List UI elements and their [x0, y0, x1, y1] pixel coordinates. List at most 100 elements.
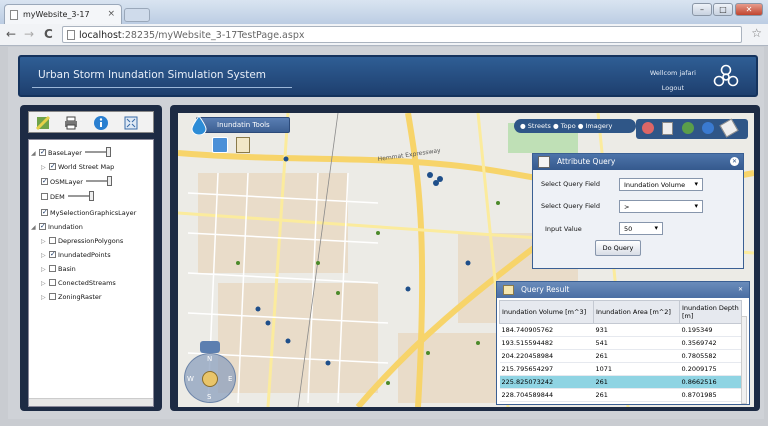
operator-select[interactable]: >	[619, 200, 703, 213]
layer-checkbox[interactable]	[41, 176, 48, 187]
app-content: Urban Storm Inundation Simulation System…	[8, 47, 764, 419]
layer-checkbox[interactable]	[49, 237, 56, 244]
basemap-imagery-radio[interactable]: ● Imagery	[578, 122, 613, 130]
input-value-field[interactable]: 50	[619, 222, 663, 235]
compass-south[interactable]: S	[207, 393, 211, 401]
opacity-slider[interactable]	[67, 191, 94, 201]
print-icon[interactable]	[63, 115, 79, 131]
table-header-row: Inundation Volume [m^3] Inundation Area …	[499, 300, 742, 324]
new-tab-button[interactable]	[124, 8, 150, 22]
legend-icon[interactable]	[662, 122, 673, 135]
opacity-slider[interactable]	[85, 176, 112, 186]
logout-link[interactable]: Logout	[662, 84, 684, 92]
layer-node-zoningraster[interactable]: ▷ ZoningRaster	[41, 292, 102, 303]
measure-tool-icon[interactable]	[719, 118, 739, 138]
result-vertical-scrollbar[interactable]	[741, 316, 747, 404]
full-extent-icon[interactable]	[123, 115, 139, 131]
layer-checkbox[interactable]	[49, 161, 56, 172]
basemap-streets-radio[interactable]: ● Streets	[520, 122, 551, 130]
table-row[interactable]: 215.795654297 1071 0.2009175	[499, 362, 742, 376]
map-canvas[interactable]: Hemmat Expressway Inundatin Tools ● Stre…	[178, 113, 754, 407]
basemap-switcher: ● Streets ● Topo ● Imagery	[514, 119, 636, 133]
layer-checkbox[interactable]	[49, 265, 56, 272]
layer-checkbox[interactable]	[49, 279, 56, 286]
browser-tab-bar: myWebsite_3-17 × – □ ✕	[0, 0, 768, 24]
close-icon[interactable]: ✕	[736, 285, 745, 294]
minimize-button[interactable]: –	[692, 3, 712, 16]
tree-horizontal-scrollbar[interactable]	[29, 398, 153, 406]
table-cell: 215.795654297	[499, 362, 594, 376]
layer-checkbox[interactable]	[41, 207, 48, 218]
layer-node-osmlayer[interactable]: OSMLayer	[41, 176, 112, 188]
table-row[interactable]: 193.515594482 541 0.3569742	[499, 336, 742, 350]
basemap-streets-label: Streets	[527, 122, 551, 130]
query-field-select[interactable]: Inundation Volume	[619, 178, 703, 191]
compass-north[interactable]: N	[207, 355, 212, 363]
layer-checkbox[interactable]	[41, 193, 48, 200]
layer-sidebar: ◢BaseLayer ▷World Street Map OSMLayer DE…	[20, 105, 162, 411]
column-header[interactable]: Inundation Area [m^2]	[593, 300, 680, 324]
basemap-topo-radio[interactable]: ● Topo	[553, 122, 576, 130]
do-query-button[interactable]: Do Query	[595, 240, 641, 256]
maximize-button[interactable]: □	[713, 3, 733, 16]
back-icon[interactable]: ←	[6, 27, 16, 41]
page-icon	[67, 30, 75, 40]
reload-icon[interactable]: C	[44, 27, 53, 41]
table-row-selected[interactable]: 225.825073242 261 0.8662516	[499, 375, 742, 389]
column-header[interactable]: Inundation Depth [m]	[679, 300, 742, 324]
bookmark-star-icon[interactable]: ☆	[751, 26, 762, 40]
url-path: :28235/myWebsite_3-17TestPage.aspx	[121, 30, 305, 41]
basemap-topo-label: Topo	[560, 122, 576, 130]
layer-label: Basin	[58, 265, 76, 273]
browser-tab[interactable]: myWebsite_3-17 ×	[4, 4, 122, 24]
layer-node-world-street-map[interactable]: ▷World Street Map	[41, 161, 115, 173]
layer-label: World Street Map	[58, 163, 115, 171]
table-cell: 0.3569742	[679, 336, 742, 350]
layer-node-dem[interactable]: DEM	[41, 191, 94, 203]
report-tool-icon[interactable]	[236, 137, 250, 153]
table-row[interactable]: 228.704589844 261 0.8701985	[499, 388, 742, 402]
pan-tool-icon[interactable]	[642, 122, 654, 134]
map-frame: Hemmat Expressway Inundatin Tools ● Stre…	[170, 105, 760, 411]
attribute-query-panel: Attribute Query ✕ Select Query Field Inu…	[532, 153, 744, 269]
pan-center-icon[interactable]	[202, 371, 218, 387]
zoom-control[interactable]	[200, 341, 220, 353]
table-icon	[538, 156, 550, 168]
globe-icon[interactable]	[682, 122, 694, 134]
url-field[interactable]: localhost:28235/myWebsite_3-17TestPage.a…	[62, 26, 742, 43]
opacity-slider[interactable]	[84, 147, 111, 157]
forward-icon[interactable]: →	[24, 27, 34, 41]
query-result-title: Query Result	[497, 282, 749, 298]
info-icon[interactable]	[93, 115, 109, 131]
tab-close-icon[interactable]: ×	[107, 9, 115, 19]
layer-node-inundation[interactable]: ◢Inundation	[31, 221, 83, 233]
column-header[interactable]: Inundation Volume [m^3]	[499, 300, 594, 324]
close-icon[interactable]: ✕	[730, 157, 739, 166]
navigation-compass[interactable]: N S E W	[184, 341, 236, 403]
layer-node-myselectiongraphicslayer[interactable]: MySelectionGraphicsLayer	[41, 207, 136, 219]
compass-east[interactable]: E	[228, 375, 232, 383]
table-cell: 261	[593, 375, 680, 389]
layer-node-depressionpolygons[interactable]: ▷ DepressionPolygons	[41, 236, 123, 247]
layer-checkbox[interactable]	[49, 249, 56, 260]
table-row[interactable]: 204.220458984 261 0.7805582	[499, 349, 742, 363]
close-window-button[interactable]: ✕	[735, 3, 763, 16]
page-icon	[10, 10, 18, 20]
tools-title: Inundatin Tools	[196, 117, 290, 133]
app-title: Urban Storm Inundation Simulation System	[38, 69, 267, 81]
layer-checkbox[interactable]	[39, 221, 46, 232]
table-cell: 261	[593, 388, 680, 402]
flood-simulation-tool-icon[interactable]	[212, 137, 228, 153]
layer-node-basin[interactable]: ▷ Basin	[41, 264, 76, 275]
layer-label: BaseLayer	[48, 149, 82, 157]
world-icon[interactable]	[702, 122, 714, 134]
layer-label: DEM	[50, 193, 65, 201]
layer-checkbox[interactable]	[39, 147, 46, 158]
table-row[interactable]: 184.740905762 931 0.195349	[499, 323, 742, 337]
compass-west[interactable]: W	[187, 375, 194, 383]
layer-checkbox[interactable]	[49, 293, 56, 300]
layer-node-conectedstreams[interactable]: ▷ ConectedStreams	[41, 278, 116, 289]
layer-node-inundatedpoints[interactable]: ▷InundatedPoints	[41, 249, 111, 261]
map-layers-icon[interactable]	[35, 115, 51, 131]
layer-node-baselayer[interactable]: ◢BaseLayer	[31, 147, 111, 159]
